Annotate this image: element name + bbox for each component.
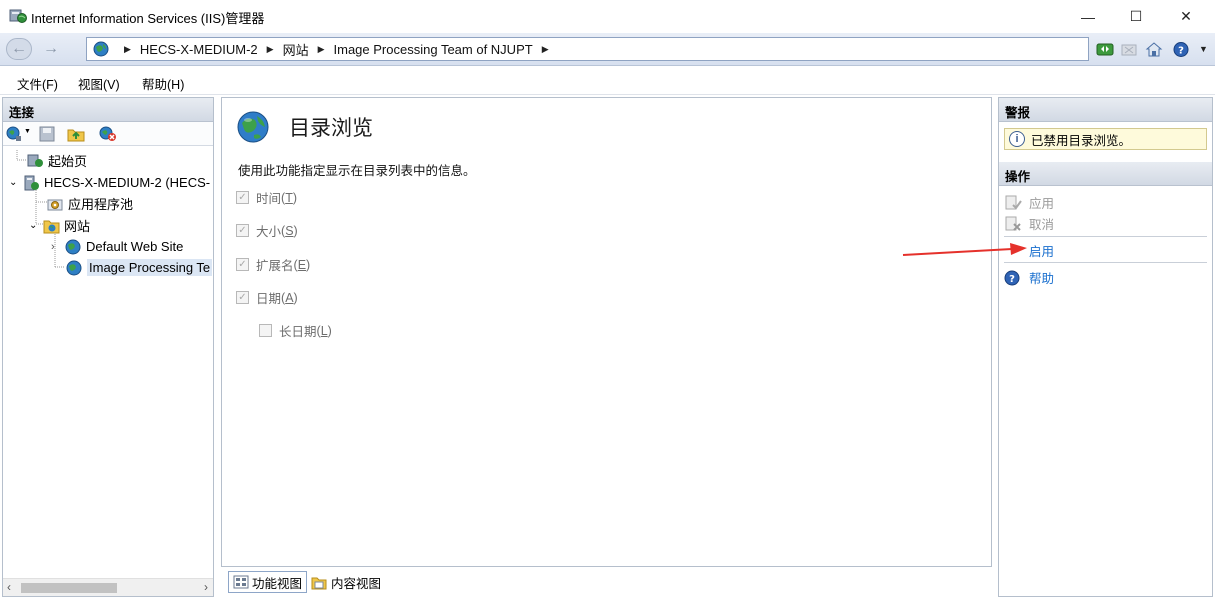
alerts-header: 警报	[999, 98, 1212, 122]
sites-folder-icon	[43, 220, 60, 233]
connections-toolbar: ▼	[3, 122, 213, 146]
connections-header: 连接	[3, 98, 213, 122]
forward-button[interactable]: →	[38, 38, 64, 60]
tree-item-start-page[interactable]: 起始页	[27, 150, 87, 171]
scroll-right-icon[interactable]: ›	[204, 580, 208, 594]
menu-bar: 文件(F) 视图(V) 帮助(H)	[0, 67, 1215, 95]
server-icon	[24, 175, 39, 190]
help-action[interactable]: ? 帮助	[1004, 268, 1054, 287]
chevron-right-icon: ▶	[541, 43, 549, 54]
svg-text:?: ?	[1178, 46, 1184, 57]
option-date[interactable]: ✓ 日期(A)	[236, 288, 298, 307]
back-arrow-icon: ←	[11, 40, 27, 57]
forward-arrow-icon: →	[43, 40, 59, 57]
scroll-left-icon[interactable]: ‹	[7, 580, 11, 594]
svg-text:?: ?	[1009, 274, 1015, 285]
option-extension[interactable]: ✓ 扩展名(E)	[236, 255, 310, 274]
connections-panel: 连接 ▼ 起始页 ⌄ HECS-X-MEDIUM-2 (HECS- 应用程序池 …	[2, 97, 214, 597]
menu-file[interactable]: 文件(F)	[17, 74, 58, 93]
tree-item-app-pools[interactable]: 应用程序池	[47, 193, 133, 214]
globe-icon	[237, 111, 269, 143]
chevron-right-icon[interactable]: ›	[51, 241, 65, 253]
checkbox-long-date[interactable]	[259, 324, 272, 337]
window-title: Internet Information Services (IIS)管理器	[31, 11, 265, 26]
horizontal-scrollbar[interactable]: ‹ ›	[3, 578, 213, 596]
actions-panel: 警报 i 已禁用目录浏览。 操作 应用 取消 启用 ? 帮助	[998, 97, 1213, 597]
up-folder-icon[interactable]	[67, 126, 85, 142]
disconnect-icon[interactable]	[99, 126, 117, 142]
minimize-icon: —	[1081, 8, 1095, 25]
start-page-icon	[27, 154, 43, 167]
globe-icon	[66, 260, 82, 275]
option-size[interactable]: ✓ 大小(S)	[236, 221, 298, 240]
tab-features-view[interactable]: 功能视图	[228, 571, 308, 593]
close-button[interactable]: ✕	[1163, 0, 1209, 33]
save-icon[interactable]	[39, 126, 55, 142]
help-icon: ?	[1004, 270, 1020, 285]
chevron-right-icon: ▶	[317, 43, 325, 54]
iis-manager-icon	[9, 9, 27, 23]
option-long-date[interactable]: 长日期(L)	[259, 321, 332, 340]
info-icon: i	[1009, 131, 1025, 147]
cancel-icon	[1005, 216, 1021, 231]
globe-icon	[65, 239, 81, 254]
tree-item-server[interactable]: ⌄ HECS-X-MEDIUM-2 (HECS-	[9, 172, 210, 193]
minimize-button[interactable]: —	[1065, 0, 1111, 33]
features-view-icon	[233, 575, 249, 589]
tab-content-view[interactable]: 内容视图	[307, 571, 385, 593]
crumb-site[interactable]: Image Processing Team of NJUPT	[334, 42, 533, 57]
maximize-button[interactable]: ☐	[1113, 0, 1159, 33]
apply-icon	[1005, 195, 1022, 210]
title-bar: Internet Information Services (IIS)管理器 —…	[0, 0, 1215, 33]
menu-help[interactable]: 帮助(H)	[142, 74, 184, 93]
apply-action[interactable]: 应用	[1004, 193, 1054, 212]
close-icon: ✕	[1180, 8, 1192, 24]
connect-icon[interactable]	[6, 126, 22, 142]
chevron-down-icon[interactable]: ▼	[24, 128, 31, 135]
view-tabs: 功能视图 内容视图	[221, 569, 992, 597]
scroll-thumb[interactable]	[21, 583, 117, 593]
actions-header: 操作	[999, 162, 1212, 186]
divider	[1004, 262, 1207, 263]
maximize-icon: ☐	[1129, 8, 1143, 24]
menu-view[interactable]: 视图(V)	[78, 74, 120, 93]
chevron-right-icon: ▶	[266, 43, 274, 54]
stop-icon[interactable]	[1120, 41, 1138, 58]
checkbox-size[interactable]: ✓	[236, 224, 249, 237]
help-dropdown-icon[interactable]: ?	[1173, 41, 1191, 58]
cancel-action[interactable]: 取消	[1004, 214, 1054, 233]
checkbox-time[interactable]: ✓	[236, 191, 249, 204]
feature-panel: 目录浏览 使用此功能指定显示在目录列表中的信息。 ✓ 时间(T) ✓ 大小(S)…	[221, 97, 992, 567]
crumb-sites[interactable]: 网站	[283, 40, 309, 59]
tree-item-sites[interactable]: ⌄ 网站	[29, 215, 90, 236]
back-button[interactable]: ←	[6, 38, 32, 60]
tree-item-default-web-site[interactable]: › Default Web Site	[51, 236, 183, 257]
content-view-icon	[311, 577, 327, 589]
address-bar: ← → ▶ HECS-X-MEDIUM-2 ▶ 网站 ▶ Image Proce…	[0, 33, 1215, 66]
enable-action[interactable]: 启用	[1029, 241, 1054, 260]
address-breadcrumb[interactable]: ▶ HECS-X-MEDIUM-2 ▶ 网站 ▶ Image Processin…	[86, 37, 1089, 61]
checkbox-date[interactable]: ✓	[236, 291, 249, 304]
chevron-down-icon[interactable]: ⌄	[29, 220, 43, 231]
divider	[1004, 236, 1207, 237]
option-time[interactable]: ✓ 时间(T)	[236, 188, 297, 207]
tree-item-image-processing[interactable]: Image Processing Te	[66, 257, 213, 278]
globe-icon	[93, 41, 109, 57]
app-pool-icon	[47, 199, 63, 210]
feature-description: 使用此功能指定显示在目录列表中的信息。	[238, 164, 476, 178]
chevron-down-icon[interactable]: ⌄	[9, 177, 23, 188]
alert-message: i 已禁用目录浏览。	[1004, 128, 1207, 150]
checkbox-extension[interactable]: ✓	[236, 258, 249, 271]
chevron-right-icon: ▶	[124, 43, 131, 54]
red-arrow-annotation	[902, 243, 1027, 256]
refresh-icon[interactable]	[1096, 41, 1114, 58]
crumb-server[interactable]: HECS-X-MEDIUM-2	[140, 42, 258, 57]
page-title: 目录浏览	[289, 117, 373, 140]
home-icon[interactable]	[1145, 41, 1163, 58]
chevron-down-icon[interactable]: ▼	[1199, 44, 1208, 54]
